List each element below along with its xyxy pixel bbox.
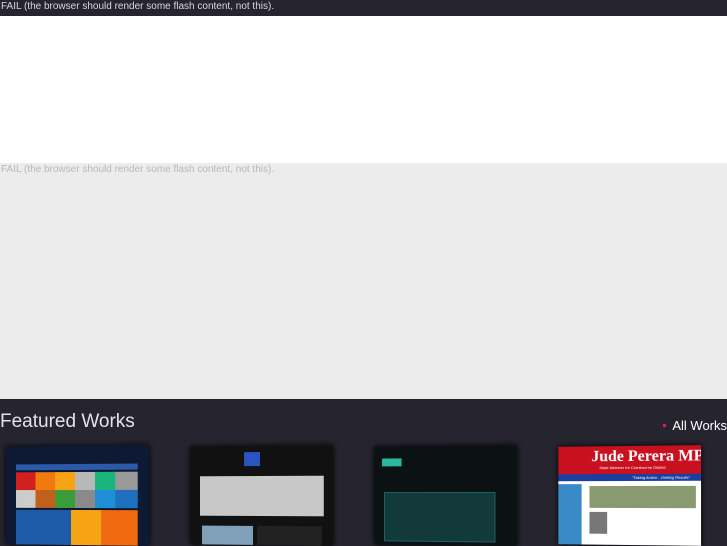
flash-area [0,16,727,163]
bullet-icon [663,424,667,427]
flash-fallback-middle: FAIL (the browser should render some fla… [0,163,727,399]
all-works-link[interactable]: All Works [663,418,727,433]
work-thumbnail-3[interactable] [374,445,518,546]
flash-fallback-top: FAIL (the browser should render some fla… [0,0,727,16]
work-thumbnail-2[interactable] [190,445,334,546]
all-works-label: All Works [672,418,727,433]
work-4-subtitle: State Member for Cranbourne District [599,464,666,471]
work-thumbnail-4[interactable]: Jude Perera MP State Member for Cranbour… [558,445,702,546]
work-4-slogan: "Taking Action - Getting Results" [631,474,691,480]
work-4-title: Jude Perera MP [591,447,702,466]
featured-works-title: Featured Works [0,411,135,432]
work-thumbnail-1[interactable] [6,445,150,546]
